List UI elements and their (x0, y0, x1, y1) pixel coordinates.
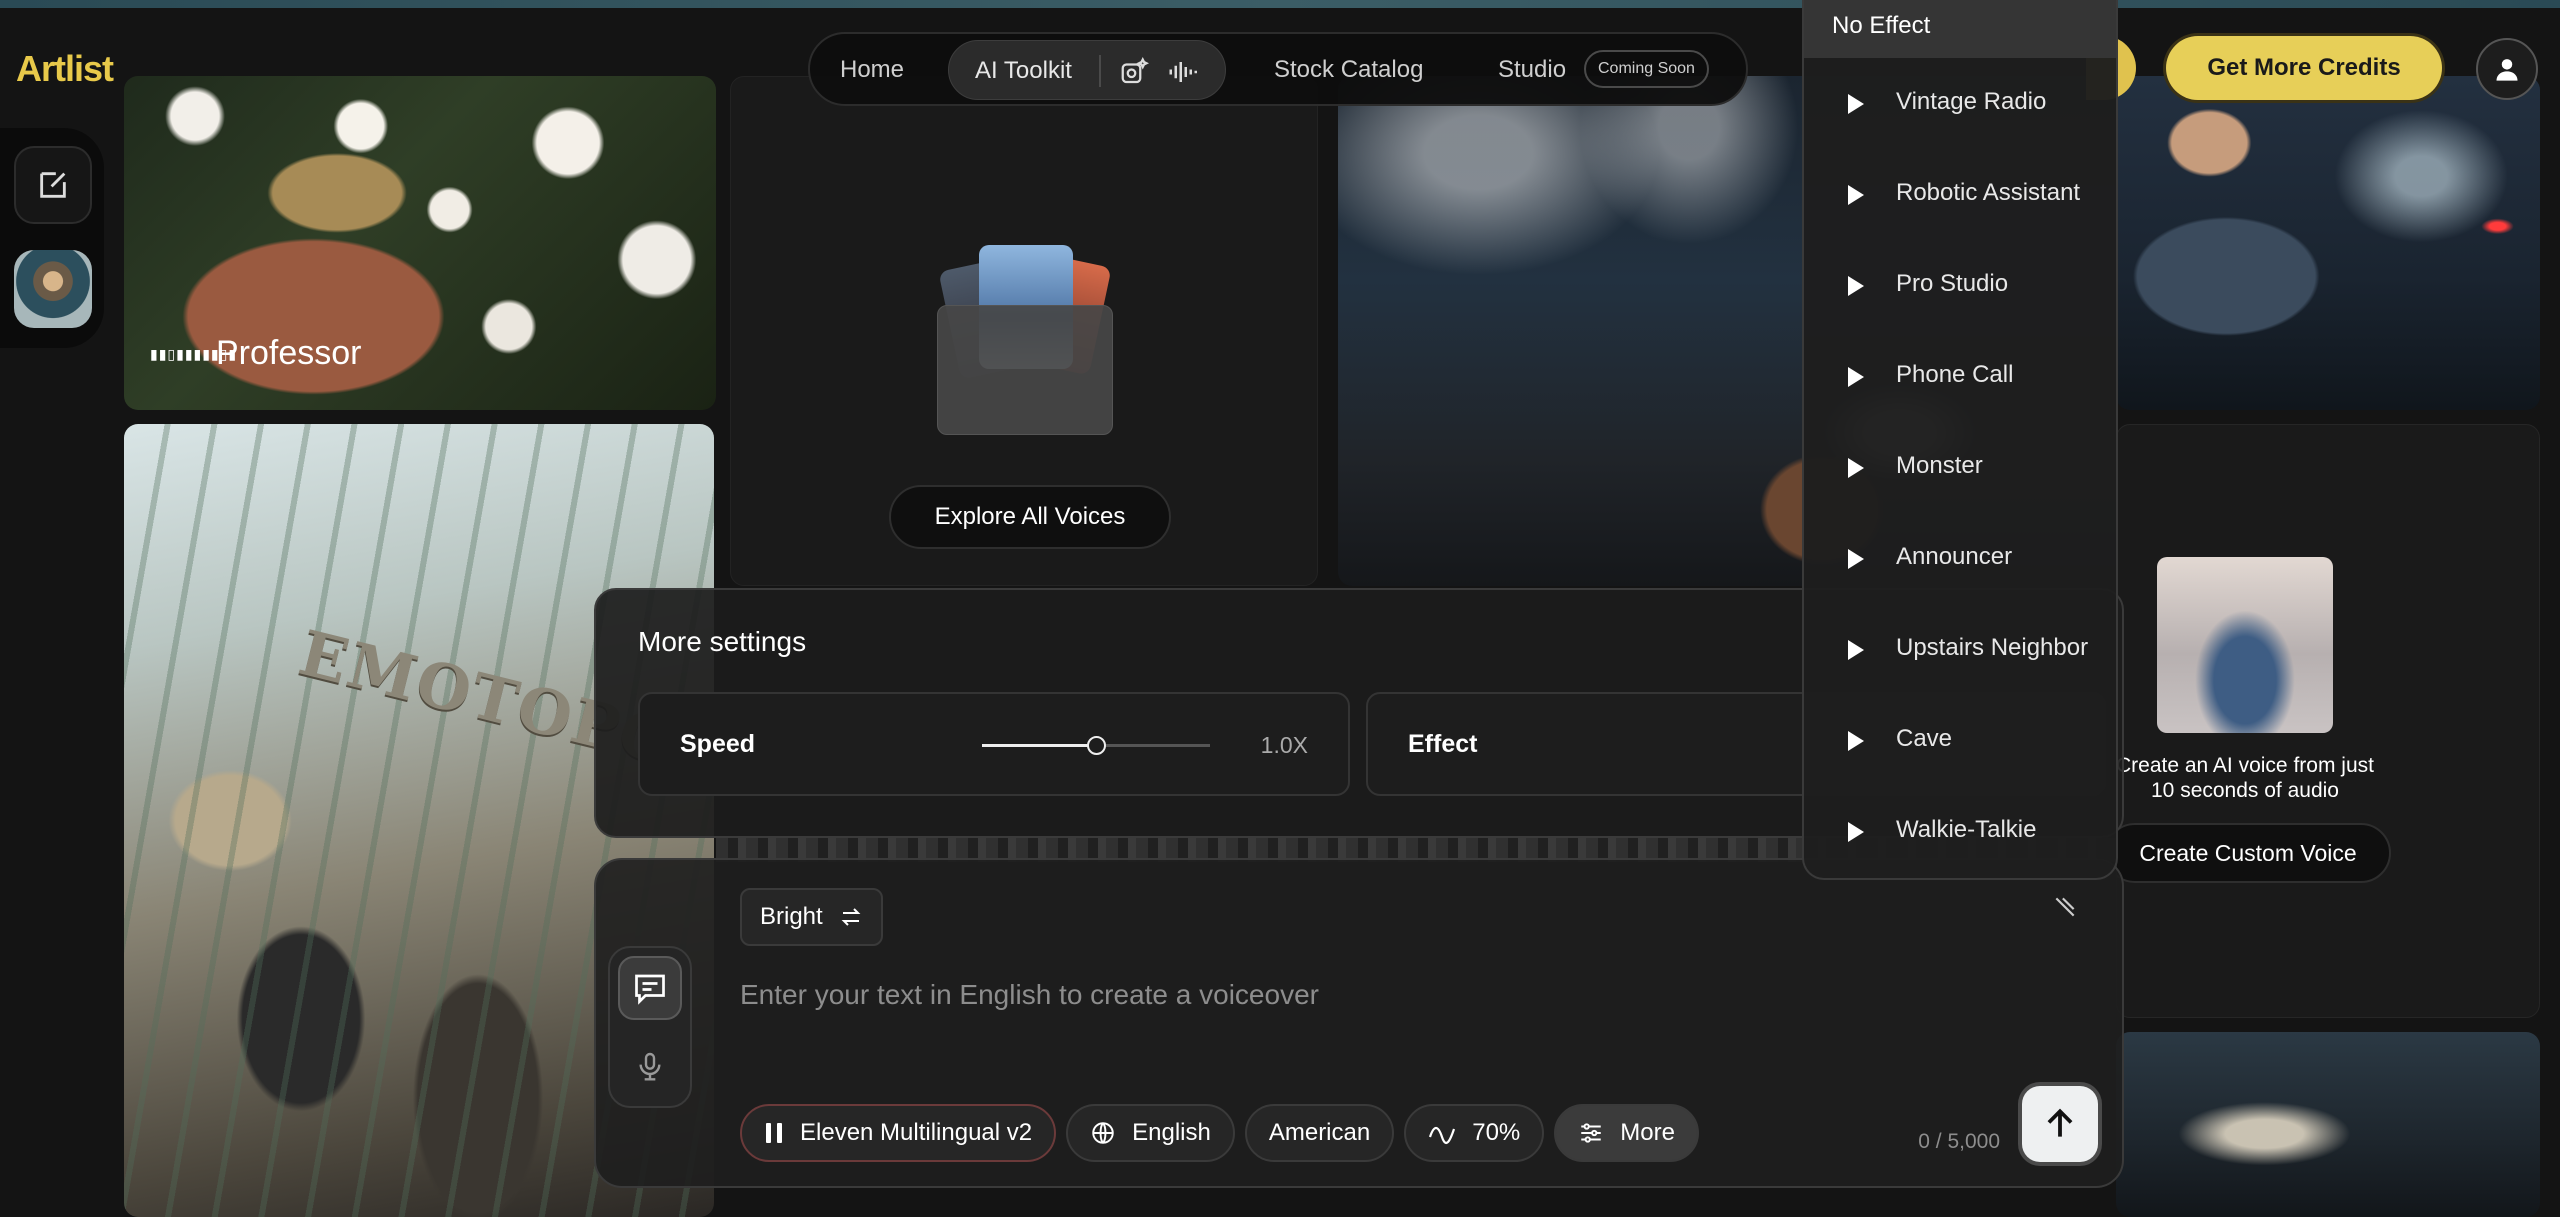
accent-selector[interactable]: American (1244, 1104, 1395, 1162)
play-icon[interactable] (1848, 549, 1864, 569)
speed-slider-fill (982, 744, 1096, 747)
wave-icon (1429, 1126, 1456, 1145)
language-label: English (1132, 1119, 1211, 1146)
play-icon[interactable] (1848, 731, 1864, 751)
speed-value: 1.0X (1260, 732, 1308, 758)
voice-style-label: Bright (760, 903, 823, 930)
play-icon[interactable] (1848, 185, 1864, 205)
audio-wave-icon[interactable] (1167, 57, 1197, 87)
explore-all-voices-button[interactable]: Explore All Voices (889, 485, 1171, 549)
globe-icon (1092, 1122, 1114, 1144)
chat-icon (635, 974, 665, 1005)
get-more-credits-button[interactable]: Get More Credits (2166, 36, 2442, 100)
effect-option-label: Announcer (1896, 543, 2013, 570)
effect-option[interactable]: Pro Studio (1804, 246, 2116, 326)
voice-tile-professor[interactable]: ▮▮▯▮▮▮▮▮▯▮ Professor (124, 76, 716, 410)
pause-icon (766, 1123, 782, 1143)
nav-ai-toolkit[interactable]: AI Toolkit (948, 40, 1226, 100)
more-settings-button[interactable]: More (1554, 1104, 1699, 1162)
stability-selector[interactable]: 70% (1404, 1104, 1545, 1162)
recent-voice-avatar[interactable] (14, 250, 92, 328)
swap-icon (841, 908, 861, 926)
top-nav: Home AI Toolkit Stock Catalog Studio Com… (808, 32, 1748, 106)
play-icon[interactable] (1848, 822, 1864, 842)
custom-voice-description: Create an AI voice from just 10 seconds … (2116, 754, 2374, 802)
effect-option[interactable]: Cave (1804, 701, 2116, 781)
effect-option-label: Robotic Assistant (1896, 179, 2081, 206)
play-icon[interactable] (1848, 94, 1864, 114)
effect-option-label: Cave (1896, 725, 1953, 752)
new-project-button[interactable] (14, 146, 92, 224)
more-settings-title: More settings (638, 626, 807, 657)
effect-option-selected[interactable]: No Effect (1804, 0, 2116, 58)
user-icon (2496, 59, 2518, 81)
user-menu-button[interactable] (2476, 38, 2538, 100)
effect-option[interactable]: Walkie-Talkie (1804, 792, 2116, 872)
custom-voice-tile: Create an AI voice from just 10 seconds … (2116, 424, 2540, 1018)
model-label: Eleven Multilingual v2 (800, 1119, 1033, 1146)
input-mode-rail (608, 946, 692, 1108)
left-rail (0, 128, 104, 348)
nav-studio[interactable]: Studio (1498, 56, 1566, 84)
image-ai-icon[interactable] (1119, 57, 1149, 87)
coming-soon-badge: Coming Soon (1584, 50, 1709, 88)
more-label: More (1620, 1119, 1675, 1146)
speed-slider[interactable] (982, 736, 1210, 755)
effect-option[interactable]: Announcer (1804, 519, 2116, 599)
effect-option[interactable]: Robotic Assistant (1804, 155, 2116, 235)
effect-option[interactable]: Upstairs Neighbor (1804, 610, 2116, 690)
effect-option[interactable]: Vintage Radio (1804, 64, 2116, 144)
effect-option-label: Phone Call (1896, 361, 2014, 388)
accent-label: American (1268, 1119, 1371, 1146)
effect-dropdown: No Effect Vintage Radio Robotic Assistan… (1802, 0, 2118, 880)
play-icon[interactable] (1848, 276, 1864, 296)
top-strip (0, 0, 2560, 8)
collapse-icon[interactable] (2052, 894, 2078, 920)
effect-option-label: No Effect (1832, 12, 1931, 39)
voice-tile-label: Professor (216, 334, 362, 372)
voiceover-composer: Bright Eleven Multilingual v2 English Am… (594, 858, 2124, 1188)
voice-folder-icon (937, 245, 1113, 435)
language-selector[interactable]: English (1066, 1104, 1235, 1162)
effect-option[interactable]: Phone Call (1804, 337, 2116, 417)
voiceover-text-input[interactable] (740, 970, 1940, 1020)
speed-label: Speed (680, 730, 756, 758)
explore-voices-tile: Explore All Voices (730, 76, 1318, 586)
nav-stock-catalog[interactable]: Stock Catalog (1274, 56, 1423, 84)
text-mode-button[interactable] (618, 956, 682, 1020)
nav-ai-toolkit-label: AI Toolkit (975, 57, 1072, 84)
nav-home[interactable]: Home (840, 56, 904, 84)
play-icon[interactable] (1848, 458, 1864, 478)
effect-option-label: Pro Studio (1896, 270, 2009, 297)
generate-button[interactable] (2022, 1086, 2098, 1162)
speed-slider-handle[interactable] (1087, 736, 1106, 755)
voice-options-bar: Eleven Multilingual v2 English American … (740, 1104, 1699, 1162)
artlist-logo[interactable]: Artlist (16, 48, 114, 90)
play-icon[interactable] (1848, 640, 1864, 660)
voice-tile-boy[interactable] (2116, 76, 2540, 410)
arrow-up-icon (2047, 1108, 2073, 1137)
effect-label: Effect (1408, 730, 1478, 758)
effect-option[interactable]: Monster (1804, 428, 2116, 508)
microphone-icon (639, 1052, 661, 1081)
voice-style-button[interactable]: Bright (740, 888, 883, 946)
sliders-icon (1581, 1123, 1602, 1143)
speed-setting: Speed 1.0X (638, 692, 1350, 796)
effect-option-label: Upstairs Neighbor (1896, 634, 2089, 661)
character-count: 0 / 5,000 (1918, 1130, 2000, 1153)
effect-option-label: Walkie-Talkie (1896, 816, 2037, 843)
model-selector[interactable]: Eleven Multilingual v2 (740, 1104, 1057, 1162)
play-icon[interactable] (1848, 367, 1864, 387)
stability-label: 70% (1472, 1119, 1521, 1146)
voice-tile-astronaut[interactable] (2116, 1032, 2540, 1217)
effect-option-label: Vintage Radio (1896, 88, 2047, 115)
nav-divider (1099, 55, 1101, 87)
custom-voice-thumbnail (2157, 557, 2333, 733)
create-custom-voice-button[interactable]: Create Custom Voice (2117, 823, 2391, 883)
effect-option-label: Monster (1896, 452, 1983, 479)
voice-mode-button[interactable] (618, 1034, 682, 1098)
folder-front (937, 305, 1113, 435)
edit-icon (40, 172, 66, 198)
